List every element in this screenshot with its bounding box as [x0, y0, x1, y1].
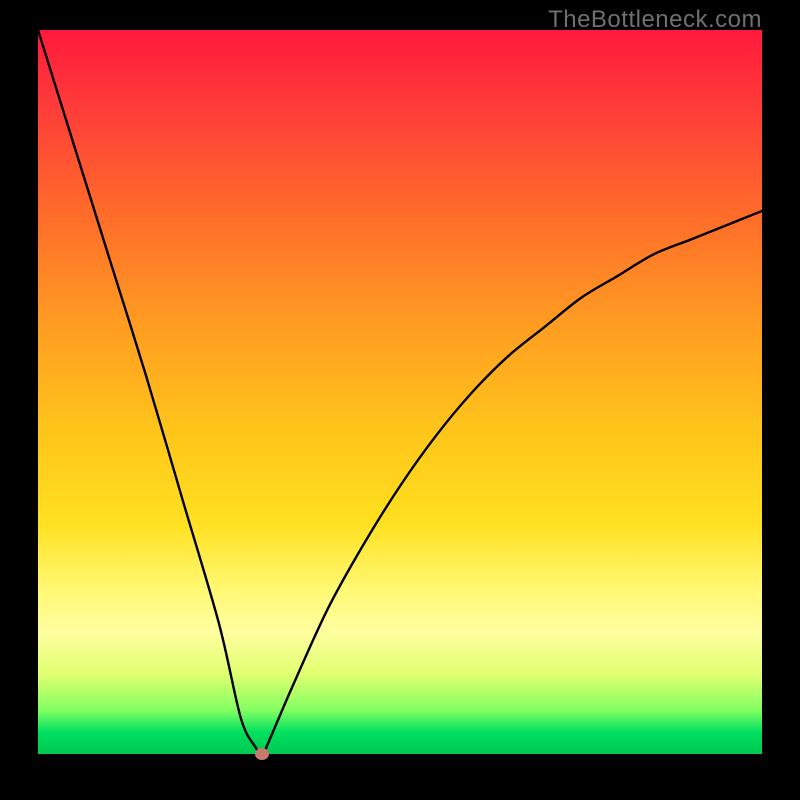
chart-frame: TheBottleneck.com	[0, 0, 800, 800]
curve-svg	[38, 30, 762, 754]
plot-area	[38, 30, 762, 754]
minimum-marker	[255, 748, 269, 760]
bottleneck-curve-path	[38, 30, 762, 754]
